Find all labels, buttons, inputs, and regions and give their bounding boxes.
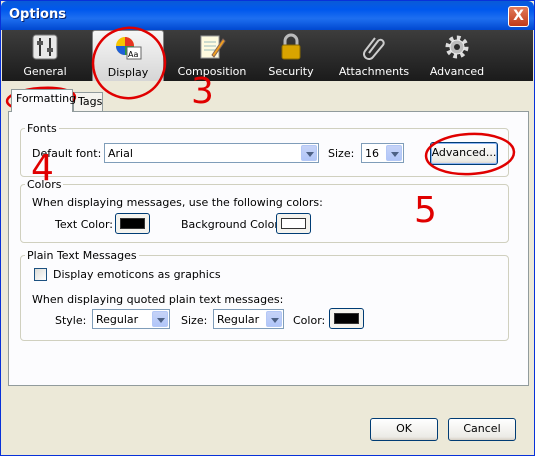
font-size-select[interactable]: 16 bbox=[361, 143, 404, 163]
default-font-select[interactable]: Arial bbox=[104, 143, 319, 163]
notepad-pencil-icon bbox=[200, 35, 226, 59]
quoted-color-button[interactable] bbox=[329, 308, 364, 329]
toolbar-general-label: General bbox=[23, 65, 67, 78]
chevron-down-icon[interactable] bbox=[301, 145, 317, 161]
toolbar-attachments-label: Attachments bbox=[338, 65, 410, 78]
text-color-label: Text Color: bbox=[55, 218, 113, 231]
toolbar-security-label: Security bbox=[268, 65, 314, 78]
svg-text:Aa: Aa bbox=[128, 50, 138, 59]
options-window: Options X General Aa Display Composition… bbox=[0, 0, 535, 456]
chevron-down-icon[interactable] bbox=[152, 311, 168, 327]
quoted-intro-text: When displaying quoted plain text messag… bbox=[32, 293, 284, 306]
cancel-button[interactable]: Cancel bbox=[448, 418, 516, 441]
font-size-value: 16 bbox=[365, 147, 379, 160]
background-color-label: Background Color: bbox=[181, 218, 283, 231]
tab-tags[interactable]: Tags bbox=[73, 92, 103, 112]
quoted-size-label: Size: bbox=[181, 314, 208, 327]
emoticons-checkbox[interactable] bbox=[34, 268, 47, 281]
quoted-style-select[interactable]: Regular bbox=[92, 309, 170, 329]
quoted-size-value: Regular bbox=[217, 313, 260, 326]
gear-icon bbox=[445, 35, 469, 59]
paperclip-icon bbox=[363, 37, 385, 60]
background-color-button[interactable] bbox=[276, 213, 311, 234]
chevron-down-icon[interactable] bbox=[266, 311, 282, 327]
annotation-number-4: 4 bbox=[31, 148, 54, 189]
quoted-style-value: Regular bbox=[96, 313, 139, 326]
toolbar-advanced-label: Advanced bbox=[429, 65, 485, 78]
quoted-color-swatch bbox=[334, 313, 359, 324]
fonts-legend: Fonts bbox=[27, 122, 57, 135]
default-font-value: Arial bbox=[108, 147, 133, 160]
toolbar-advanced[interactable]: Advanced bbox=[424, 30, 490, 81]
toolbar-attachments[interactable]: Attachments bbox=[336, 30, 412, 81]
padlock-icon bbox=[281, 33, 301, 60]
sliders-icon bbox=[32, 34, 58, 60]
text-color-button[interactable] bbox=[115, 213, 150, 234]
toolbar-security[interactable]: Security bbox=[260, 30, 322, 81]
font-size-label: Size: bbox=[328, 147, 355, 160]
colors-intro-text: When displaying messages, use the follow… bbox=[32, 196, 323, 209]
fonts-advanced-button[interactable]: Advanced... bbox=[430, 142, 498, 165]
toolbar-display[interactable]: Aa Display bbox=[92, 30, 164, 81]
ok-button[interactable]: OK bbox=[370, 418, 438, 441]
window-title: Options bbox=[9, 7, 66, 22]
title-bar[interactable]: Options X bbox=[1, 1, 534, 30]
quoted-size-select[interactable]: Regular bbox=[213, 309, 284, 329]
quoted-style-label: Style: bbox=[55, 314, 87, 327]
background-color-swatch bbox=[281, 218, 306, 229]
options-toolbar: General Aa Display Composition Security … bbox=[2, 30, 533, 81]
tab-formatting[interactable]: Formatting bbox=[11, 89, 76, 112]
close-button[interactable]: X bbox=[508, 6, 529, 27]
plain-text-legend: Plain Text Messages bbox=[27, 249, 137, 262]
toolbar-display-label: Display bbox=[107, 66, 149, 79]
annotation-number-3: 3 bbox=[191, 71, 214, 112]
quoted-color-label: Color: bbox=[293, 314, 326, 327]
emoticons-label[interactable]: Display emoticons as graphics bbox=[53, 268, 221, 281]
toolbar-general[interactable]: General bbox=[14, 30, 76, 81]
chevron-down-icon[interactable] bbox=[386, 145, 402, 161]
text-color-swatch bbox=[120, 218, 145, 229]
annotation-number-5: 5 bbox=[414, 190, 437, 231]
color-wheel-icon: Aa bbox=[116, 37, 142, 60]
